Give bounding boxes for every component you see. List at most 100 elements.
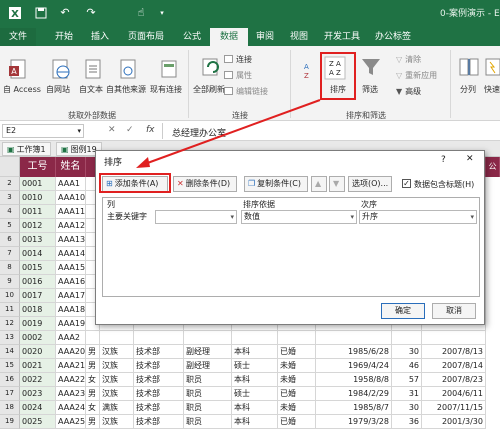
- tab-file[interactable]: 文件: [0, 28, 36, 46]
- cell-m[interactable]: 已婚: [278, 415, 316, 429]
- cell-m[interactable]: 未婚: [278, 401, 316, 415]
- cell-name[interactable]: AAA14: [56, 247, 86, 261]
- cell-e[interactable]: 汉族: [100, 373, 134, 387]
- cell-id[interactable]: 0020: [20, 345, 56, 359]
- workbook-tab-1[interactable]: ▣ 工作簿1: [2, 142, 51, 156]
- tab-insert[interactable]: 插入: [82, 28, 118, 46]
- cell-a[interactable]: 31: [392, 387, 422, 401]
- cell-ed[interactable]: 本科: [232, 401, 278, 415]
- cell-j[interactable]: 2007/8/14: [422, 359, 486, 373]
- cell-name[interactable]: AAA16: [56, 275, 86, 289]
- cell-name[interactable]: AAA22: [56, 373, 86, 387]
- filter-label[interactable]: 筛选: [362, 84, 378, 95]
- cancel-button[interactable]: 取消: [432, 303, 476, 319]
- cell-id[interactable]: 0022: [20, 373, 56, 387]
- cell-j[interactable]: 2001/3/30: [422, 415, 486, 429]
- touch-mode-icon[interactable]: ☝: [134, 6, 148, 20]
- from-web-label[interactable]: 自网站: [46, 84, 70, 95]
- cell-name[interactable]: AAA17: [56, 289, 86, 303]
- save-icon[interactable]: [34, 6, 48, 20]
- ok-button[interactable]: 确定: [381, 303, 425, 319]
- cell-id[interactable]: 0012: [20, 219, 56, 233]
- customize-qat-icon[interactable]: ▾: [155, 6, 169, 20]
- cell-d[interactable]: 技术部: [134, 387, 184, 401]
- cell-e[interactable]: 汉族: [100, 387, 134, 401]
- row-header[interactable]: [0, 157, 20, 177]
- cell-name[interactable]: AAA23: [56, 387, 86, 401]
- cell-id[interactable]: 0025: [20, 415, 56, 429]
- cell-e[interactable]: 汉族: [100, 415, 134, 429]
- row-header[interactable]: 19: [0, 415, 20, 429]
- existing-connections-icon[interactable]: [158, 58, 180, 80]
- flash-fill-label[interactable]: 快速: [484, 84, 500, 95]
- cell-name[interactable]: AAA10: [56, 191, 86, 205]
- flash-fill-icon[interactable]: [484, 56, 500, 78]
- cell-name[interactable]: AAA20: [56, 345, 86, 359]
- cell-t[interactable]: 职员: [184, 415, 232, 429]
- cell-a[interactable]: 46: [392, 359, 422, 373]
- cell-m[interactable]: 已婚: [278, 387, 316, 401]
- text-to-columns-label[interactable]: 分列: [460, 84, 476, 95]
- cell-d[interactable]: 技术部: [134, 345, 184, 359]
- cell-b[interactable]: 1979/3/28: [316, 415, 392, 429]
- cell-name[interactable]: AAA18: [56, 303, 86, 317]
- row-header[interactable]: 18: [0, 401, 20, 415]
- connections-button[interactable]: 连接: [224, 54, 252, 65]
- cell-name[interactable]: AAA19: [56, 317, 86, 331]
- cell-j[interactable]: [422, 331, 486, 345]
- filter-funnel-icon[interactable]: [360, 56, 382, 78]
- row-header[interactable]: 10: [0, 289, 20, 303]
- move-up-button[interactable]: ▲: [311, 176, 327, 192]
- cell-id[interactable]: 0001: [20, 177, 56, 191]
- cell-name[interactable]: AAA2: [56, 331, 86, 345]
- row-header[interactable]: 3: [0, 191, 20, 205]
- tab-office-tab[interactable]: 办公标签: [368, 28, 418, 46]
- cell-j[interactable]: 2007/8/23: [422, 373, 486, 387]
- cell-name[interactable]: AAA12: [56, 219, 86, 233]
- cell-b[interactable]: 1969/4/24: [316, 359, 392, 373]
- cell-d[interactable]: 技术部: [134, 359, 184, 373]
- cell-name[interactable]: AAA13: [56, 233, 86, 247]
- cell-t[interactable]: [184, 331, 232, 345]
- cell-id[interactable]: 0023: [20, 387, 56, 401]
- text-file-icon[interactable]: [82, 58, 104, 80]
- cell-t[interactable]: 职员: [184, 401, 232, 415]
- cancel-entry-icon[interactable]: ✕: [108, 125, 116, 135]
- cell-j[interactable]: 2004/6/11: [422, 387, 486, 401]
- cell-ed[interactable]: 硕士: [232, 387, 278, 401]
- cell-d[interactable]: [134, 331, 184, 345]
- cell-g[interactable]: 女: [86, 373, 100, 387]
- cell-a[interactable]: 57: [392, 373, 422, 387]
- cell-id[interactable]: 0015: [20, 261, 56, 275]
- refresh-all-icon[interactable]: [200, 56, 222, 78]
- cell-m[interactable]: 已婚: [278, 345, 316, 359]
- row-header[interactable]: 9: [0, 275, 20, 289]
- sort-column-select[interactable]: ▾: [155, 210, 237, 224]
- cell-id[interactable]: 0024: [20, 401, 56, 415]
- help-button[interactable]: ?: [441, 155, 446, 165]
- cell-b[interactable]: 1985/6/28: [316, 345, 392, 359]
- cell-name[interactable]: AAA25: [56, 415, 86, 429]
- row-header[interactable]: 8: [0, 261, 20, 275]
- cell-name[interactable]: AAA15: [56, 261, 86, 275]
- from-text-label[interactable]: 自文本: [79, 84, 103, 95]
- cell-id[interactable]: 0017: [20, 289, 56, 303]
- redo-icon[interactable]: ↷: [84, 6, 98, 20]
- cell-d[interactable]: 技术部: [134, 373, 184, 387]
- has-header-checkbox[interactable]: ✓: [402, 179, 411, 188]
- cell-m[interactable]: 未婚: [278, 359, 316, 373]
- cell-id[interactable]: 0010: [20, 191, 56, 205]
- clear-button[interactable]: ▽ 清除: [396, 54, 421, 65]
- tab-view[interactable]: 视图: [282, 28, 316, 46]
- move-down-button[interactable]: ▼: [329, 176, 345, 192]
- advanced-button[interactable]: ▼ 高级: [396, 86, 421, 97]
- cell-id[interactable]: 0021: [20, 359, 56, 373]
- cell-e[interactable]: 满族: [100, 401, 134, 415]
- cell-id[interactable]: 0011: [20, 205, 56, 219]
- cell-id[interactable]: 0013: [20, 233, 56, 247]
- cell-b[interactable]: 1984/2/29: [316, 387, 392, 401]
- row-header[interactable]: 16: [0, 373, 20, 387]
- cell-t[interactable]: 职员: [184, 387, 232, 401]
- reapply-button[interactable]: ▽ 重新应用: [396, 70, 437, 81]
- access-icon[interactable]: A: [8, 58, 30, 80]
